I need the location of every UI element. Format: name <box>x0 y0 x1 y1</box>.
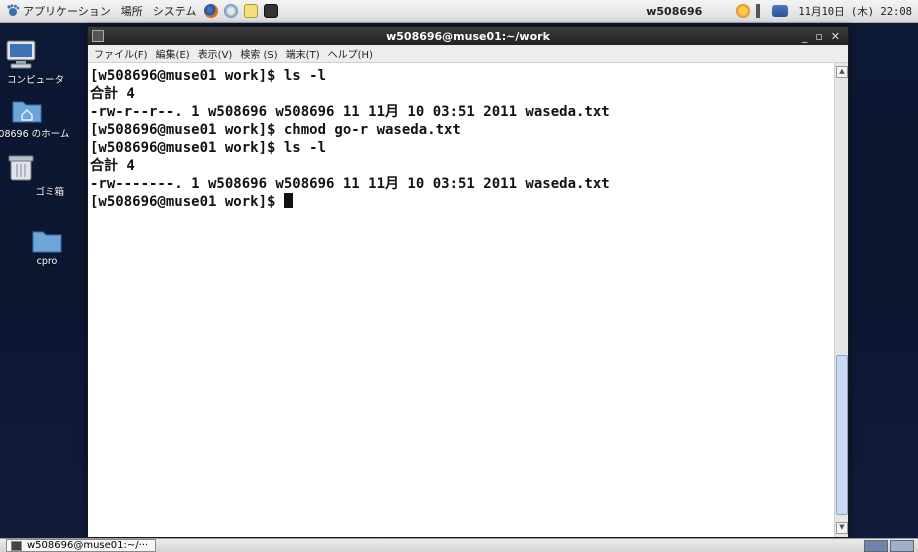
maximize-icon[interactable]: ▫ <box>815 30 822 43</box>
terminal-window: w508696@muse01:~/work _ ▫ ✕ ファイル(F) 編集(E… <box>87 26 849 538</box>
terminal-prompt-line: [w508696@muse01 work]$ <box>90 193 833 211</box>
terminal-line: -rw-r--r--. 1 w508696 w508696 11 11月 10 … <box>90 104 610 120</box>
trash-icon <box>6 152 36 182</box>
desktop-icon-trash[interactable]: ゴミ箱 <box>0 152 64 198</box>
workspace-switcher <box>864 540 914 552</box>
menu-terminal[interactable]: 端末(T) <box>286 46 320 61</box>
bottom-panel: w508696@muse01:~/··· <box>0 538 918 552</box>
desktop-icon-label: コンピュータ <box>6 75 64 86</box>
taskbar-button-label: w508696@muse01:~/··· <box>27 540 149 551</box>
taskbar-button-terminal[interactable]: w508696@muse01:~/··· <box>6 539 156 552</box>
panel-clock[interactable]: 11月10日 (木) 22:08 <box>798 4 912 19</box>
desktop-icon-computer[interactable]: コンピュータ <box>0 40 64 86</box>
terminal-launcher-icon[interactable] <box>264 4 279 18</box>
terminal-scrollbar[interactable]: ▲ ▼ <box>834 63 848 537</box>
terminal-line: [w508696@muse01 work]$ ls -l <box>90 68 327 84</box>
desktop-icon-label: ゴミ箱 <box>35 187 64 198</box>
menu-edit[interactable]: 編集(E) <box>156 46 190 61</box>
home-folder-icon <box>11 98 43 124</box>
computer-icon <box>5 40 37 70</box>
top-panel: アプリケーション 場所 システム w508696 11月10日 (木) 22:0… <box>0 0 918 23</box>
network-icon[interactable] <box>772 5 789 17</box>
terminal-output[interactable]: [w508696@muse01 work]$ ls -l 合計 4 -rw-r-… <box>88 63 833 537</box>
desktop-icon-label: cpro <box>36 256 58 267</box>
evolution-mail-icon[interactable] <box>224 4 239 18</box>
menu-search[interactable]: 検索 (S) <box>240 46 277 61</box>
terminal-line: -rw-------. 1 w508696 w508696 11 11月 10 … <box>90 176 610 192</box>
terminal-line: [w508696@muse01 work]$ chmod go-r waseda… <box>90 122 461 138</box>
gnome-foot-icon <box>6 4 20 18</box>
folder-icon <box>31 228 63 254</box>
menu-help[interactable]: ヘルプ(H) <box>328 46 373 61</box>
workspace-2[interactable] <box>890 540 914 552</box>
window-titlebar[interactable]: w508696@muse01:~/work _ ▫ ✕ <box>88 27 848 45</box>
terminal-line: [w508696@muse01 work]$ ls -l <box>90 140 327 156</box>
window-title: w508696@muse01:~/work <box>386 29 550 43</box>
scroll-up-icon[interactable]: ▲ <box>836 66 848 78</box>
close-icon[interactable]: ✕ <box>831 30 840 43</box>
menu-file[interactable]: ファイル(F) <box>94 46 148 61</box>
terminal-line: 合計 4 <box>90 158 135 174</box>
window-menubar: ファイル(F) 編集(E) 表示(V) 検索 (S) 端末(T) ヘルプ(H) <box>88 45 848 63</box>
applications-menu[interactable]: アプリケーション <box>6 3 111 19</box>
menu-view[interactable]: 表示(V) <box>198 46 233 61</box>
text-editor-icon[interactable] <box>244 4 259 18</box>
scrollbar-thumb[interactable] <box>836 355 848 515</box>
window-controls: _ ▫ ✕ <box>802 27 840 45</box>
volume-icon[interactable] <box>756 4 767 18</box>
workspace-1[interactable] <box>864 540 888 552</box>
scroll-down-icon[interactable]: ▼ <box>836 522 848 534</box>
panel-user-name[interactable]: w508696 <box>646 5 702 18</box>
update-notifier-icon[interactable] <box>736 4 751 18</box>
desktop-icon-cpro[interactable]: cpro <box>27 228 67 267</box>
terminal-cursor <box>283 193 293 208</box>
desktop-icon-label: w508696 のホーム <box>0 129 70 140</box>
terminal-prompt: [w508696@muse01 work]$ <box>90 194 284 210</box>
desktop-icon-home[interactable]: w508696 のホーム <box>0 98 70 140</box>
system-menu[interactable]: システム <box>153 3 197 19</box>
firefox-icon[interactable] <box>204 4 219 18</box>
terminal-task-icon <box>11 540 22 551</box>
applications-menu-label: アプリケーション <box>23 5 111 18</box>
places-menu[interactable]: 場所 <box>121 3 143 19</box>
terminal-line: 合計 4 <box>90 86 135 102</box>
minimize-icon[interactable]: _ <box>802 30 808 43</box>
